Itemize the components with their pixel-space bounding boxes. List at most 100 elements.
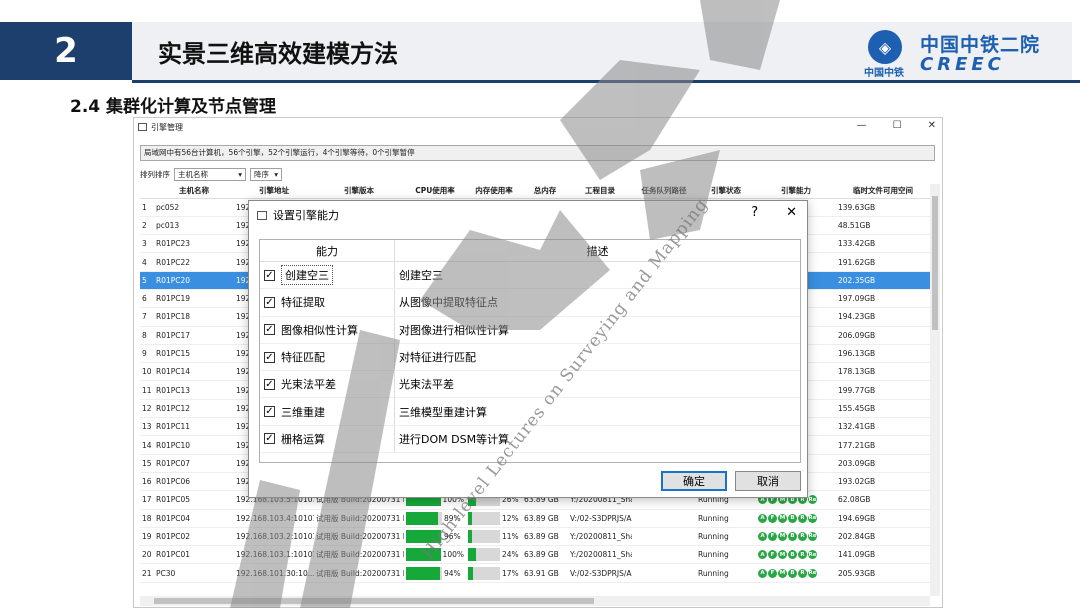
- memory-percent: 12%: [502, 514, 519, 523]
- table-row[interactable]: 19R01PC02192.168.103.2:10101试用版 Build:20…: [140, 527, 930, 545]
- dialog-controls: ? ✕: [751, 205, 797, 220]
- engine-address-cell: 192.168.103.4:10101: [234, 509, 314, 527]
- host-name-cell: R01PC22: [154, 253, 234, 271]
- network-info-bar: 局域网中有56台计算机，56个引擎，52个引擎运行，4个引擎等待，0个引擎暂停: [140, 145, 935, 161]
- capability-description: 对图像进行相似性计算: [395, 317, 800, 343]
- capability-row: ✓栅格运算进行DOM DSM等计算: [260, 426, 800, 453]
- capability-checkbox[interactable]: ✓: [264, 379, 275, 390]
- engine-version-cell: 试用版 Build:20200731 Ma: [314, 527, 404, 545]
- table-row[interactable]: 18R01PC04192.168.103.4:10101试用版 Build:20…: [140, 509, 930, 527]
- column-header[interactable]: 引擎版本: [314, 184, 404, 198]
- minimize-icon[interactable]: —: [857, 120, 867, 131]
- host-name-cell: R01PC04: [154, 509, 234, 527]
- column-header[interactable]: 工程目录: [568, 184, 632, 198]
- host-name-cell: R01PC05: [154, 491, 234, 509]
- host-name-cell: R01PC14: [154, 363, 234, 381]
- capability-description: 进行DOM DSM等计算: [395, 426, 800, 452]
- help-icon[interactable]: ?: [751, 205, 758, 220]
- project-dir-cell: Y:/20200811_ShaiMi/job-qjj: [568, 527, 632, 545]
- host-name-cell: R01PC11: [154, 418, 234, 436]
- company-logo: ◈ 中国中铁 中国中铁二院 CREEC: [868, 28, 1068, 76]
- column-header[interactable]: [140, 184, 154, 198]
- temp-space-cell: 193.02GB: [836, 472, 930, 490]
- capability-checkbox[interactable]: ✓: [264, 270, 275, 281]
- capability-checkbox[interactable]: ✓: [264, 324, 275, 335]
- scroll-thumb[interactable]: [932, 196, 938, 330]
- row-number: 13: [140, 418, 154, 436]
- row-number: 11: [140, 381, 154, 399]
- close-icon[interactable]: ✕: [928, 120, 936, 131]
- temp-space-cell: 194.69GB: [836, 509, 930, 527]
- engine-capability-cell: AFMBRRe: [756, 527, 836, 545]
- column-header[interactable]: 引擎状态: [696, 184, 756, 198]
- cpu-progress-bar: [406, 567, 442, 580]
- dialog-app-icon: [257, 211, 267, 220]
- memory-progress-bar: [468, 548, 500, 561]
- cancel-button[interactable]: 取消: [735, 471, 801, 491]
- capability-badge-icon: B: [788, 550, 797, 559]
- vertical-scrollbar[interactable]: [930, 184, 940, 596]
- header-divider: [132, 80, 1080, 83]
- scroll-thumb[interactable]: [154, 598, 594, 604]
- capability-badge-icon: R: [798, 514, 807, 523]
- cpu-usage-cell: 89%: [404, 509, 466, 527]
- maximize-icon[interactable]: ☐: [893, 120, 902, 131]
- cpu-percent: 100%: [443, 550, 464, 559]
- capability-checkbox[interactable]: ✓: [264, 433, 275, 444]
- capability-checkbox[interactable]: ✓: [264, 297, 275, 308]
- queue-path-cell: [632, 564, 696, 582]
- column-header[interactable]: CPU使用率: [404, 184, 466, 198]
- table-row[interactable]: 20R01PC01192.168.103.1:10101试用版 Build:20…: [140, 546, 930, 564]
- engine-version-cell: 试用版 Build:20200731 Ma: [314, 564, 404, 582]
- ok-button[interactable]: 确定: [661, 471, 727, 491]
- capability-row: ✓图像相似性计算对图像进行相似性计算: [260, 317, 800, 344]
- cpu-percent: 94%: [444, 569, 461, 578]
- engine-status-cell: Running: [696, 527, 756, 545]
- capability-badge-icon: Re: [808, 514, 817, 523]
- column-header[interactable]: 主机名称: [154, 184, 234, 198]
- temp-space-cell: 191.62GB: [836, 253, 930, 271]
- cpu-percent: 89%: [444, 514, 461, 523]
- total-memory-cell: 63.89 GB: [522, 527, 568, 545]
- close-icon[interactable]: ✕: [786, 205, 797, 220]
- temp-space-cell: 203.09GB: [836, 454, 930, 472]
- capability-badge-icon: F: [768, 550, 777, 559]
- sort-order-select[interactable]: 降序▾: [250, 168, 282, 181]
- capability-name: 创建空三: [281, 265, 333, 285]
- column-header[interactable]: 内存使用率: [466, 184, 522, 198]
- row-number: 17: [140, 491, 154, 509]
- capability-badge-icon: A: [758, 550, 767, 559]
- description-column-header: 描述: [395, 240, 800, 261]
- horizontal-scrollbar[interactable]: [140, 596, 930, 606]
- capability-badge-icon: Re: [808, 532, 817, 541]
- host-name-cell: R01PC17: [154, 326, 234, 344]
- table-row[interactable]: 21PC30192.168.101.30:10...试用版 Build:2020…: [140, 564, 930, 582]
- host-name-cell: R01PC23: [154, 235, 234, 253]
- capability-description: 光束法平差: [395, 371, 800, 397]
- capability-description: 创建空三: [395, 262, 800, 288]
- sort-field-select[interactable]: 主机名称▾: [174, 168, 246, 181]
- column-header[interactable]: 引擎能力: [756, 184, 836, 198]
- cpu-usage-cell: 96%: [404, 527, 466, 545]
- window-controls: — ☐ ✕: [857, 120, 936, 131]
- memory-progress-bar: [468, 567, 500, 580]
- capability-checkbox[interactable]: ✓: [264, 406, 275, 417]
- set-capability-dialog: 设置引擎能力 ? ✕ 能力 描述 ✓创建空三创建空三✓特征提取从图像中提取特征点…: [248, 200, 808, 498]
- row-number: 4: [140, 253, 154, 271]
- column-header[interactable]: 总内存: [522, 184, 568, 198]
- cpu-usage-cell: 94%: [404, 564, 466, 582]
- column-header[interactable]: 临时文件可用空间: [836, 184, 930, 198]
- column-header[interactable]: 引擎地址: [234, 184, 314, 198]
- project-dir-cell: V:/02-S3DPRJS/A Mt/job-ncy: [568, 564, 632, 582]
- capability-description: 从图像中提取特征点: [395, 289, 800, 315]
- slide: 2 实景三维高效建模方法 ◈ 中国中铁 中国中铁二院 CREEC 2.4 集群化…: [0, 0, 1080, 608]
- temp-space-cell: 133.42GB: [836, 235, 930, 253]
- capability-checkbox[interactable]: ✓: [264, 352, 275, 363]
- column-header[interactable]: 任务队列路径: [632, 184, 696, 198]
- section-number: 2: [0, 22, 132, 80]
- temp-space-cell: 177.21GB: [836, 436, 930, 454]
- capability-row: ✓特征匹配对特征进行匹配: [260, 344, 800, 371]
- temp-space-cell: 202.35GB: [836, 271, 930, 289]
- logo-english-text: CREEC: [920, 54, 1005, 75]
- row-number: 14: [140, 436, 154, 454]
